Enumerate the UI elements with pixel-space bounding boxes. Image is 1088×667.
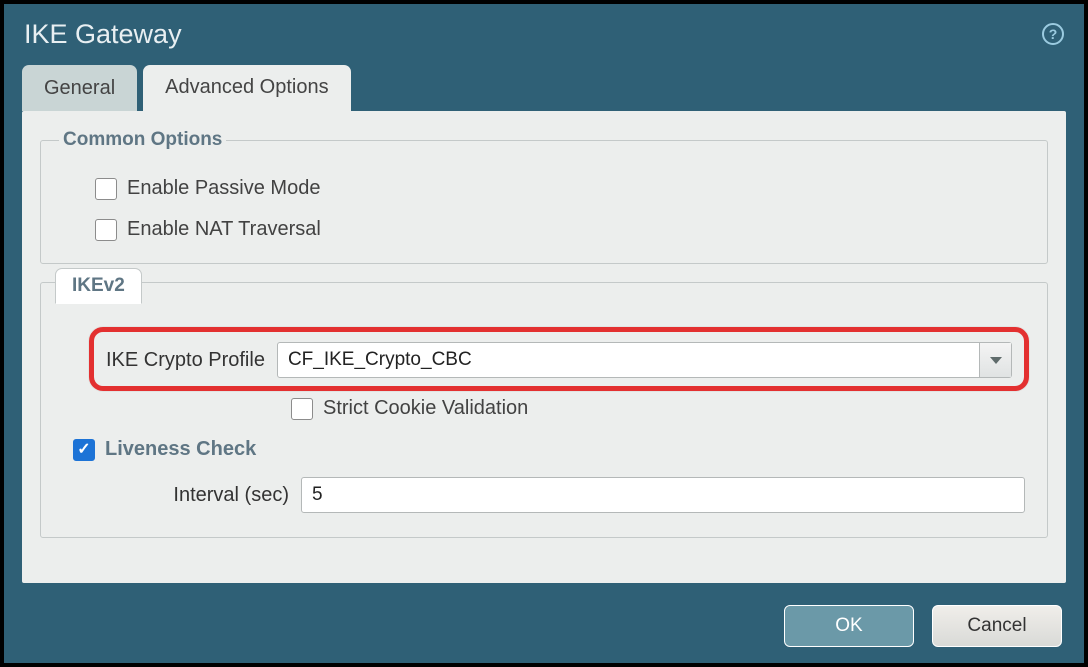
dialog-title: IKE Gateway <box>24 19 182 50</box>
button-bar: OK Cancel <box>4 595 1084 663</box>
tabstrip: General Advanced Options <box>4 64 1084 111</box>
titlebar: IKE Gateway ? <box>4 4 1084 64</box>
window-outer: IKE Gateway ? General Advanced Options C… <box>0 0 1088 667</box>
help-icon[interactable]: ? <box>1042 23 1064 45</box>
chevron-down-icon <box>990 357 1002 364</box>
passive-mode-row: Enable Passive Mode <box>95 177 1029 200</box>
ike-crypto-profile-label: IKE Crypto Profile <box>106 349 265 372</box>
common-options-legend: Common Options <box>59 129 226 151</box>
dialog-body: Common Options Enable Passive Mode Enabl… <box>22 111 1066 583</box>
tab-advanced-options[interactable]: Advanced Options <box>143 65 350 111</box>
liveness-check-label: Liveness Check <box>105 438 256 461</box>
cancel-button[interactable]: Cancel <box>932 605 1062 647</box>
interval-row: Interval (sec) <box>119 477 1029 513</box>
enable-passive-mode-label: Enable Passive Mode <box>127 177 320 200</box>
tab-general[interactable]: General <box>22 65 137 111</box>
nat-traversal-row: Enable NAT Traversal <box>95 218 1029 241</box>
ok-button[interactable]: OK <box>784 605 914 647</box>
ike-crypto-profile-dropdown-button[interactable] <box>979 343 1011 377</box>
liveness-check-checkbox[interactable] <box>73 439 95 461</box>
strict-cookie-row: Strict Cookie Validation <box>291 397 1029 420</box>
ikev2-tab[interactable]: IKEv2 <box>55 268 142 304</box>
ikev2-group: IKEv2 IKE Crypto Profile CF_IKE_Crypto_C… <box>40 282 1048 538</box>
strict-cookie-validation-label: Strict Cookie Validation <box>323 397 528 420</box>
ike-crypto-profile-highlight: IKE Crypto Profile CF_IKE_Crypto_CBC <box>89 327 1029 391</box>
liveness-check-row: Liveness Check <box>73 438 1029 461</box>
enable-nat-traversal-checkbox[interactable] <box>95 219 117 241</box>
strict-cookie-validation-checkbox[interactable] <box>291 398 313 420</box>
ike-crypto-profile-value: CF_IKE_Crypto_CBC <box>278 343 979 377</box>
interval-input[interactable] <box>301 477 1025 513</box>
common-options-group: Common Options Enable Passive Mode Enabl… <box>40 129 1048 264</box>
enable-passive-mode-checkbox[interactable] <box>95 178 117 200</box>
ike-crypto-profile-select[interactable]: CF_IKE_Crypto_CBC <box>277 342 1012 378</box>
enable-nat-traversal-label: Enable NAT Traversal <box>127 218 321 241</box>
dialog-window: IKE Gateway ? General Advanced Options C… <box>4 4 1084 663</box>
interval-label: Interval (sec) <box>119 484 289 507</box>
